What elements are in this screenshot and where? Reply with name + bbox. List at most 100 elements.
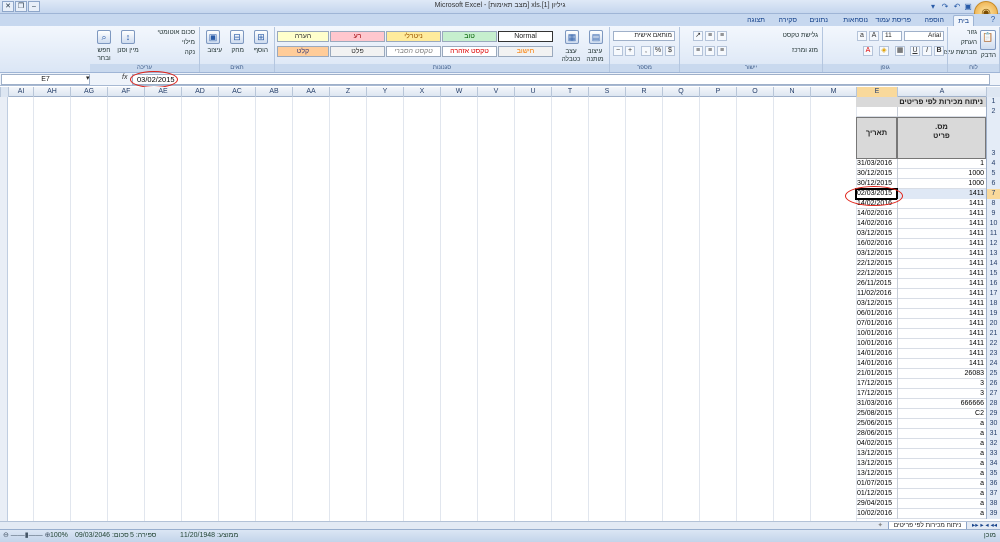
tab-review[interactable]: סקירה: [774, 15, 801, 26]
style-calculation[interactable]: חישוב: [498, 46, 553, 57]
delete-cells-button[interactable]: מחק: [231, 47, 244, 55]
cell-a[interactable]: a: [897, 419, 986, 429]
cell-e[interactable]: 21/01/2015: [856, 369, 897, 379]
cell-e[interactable]: 17/12/2015: [856, 379, 897, 389]
number-format-select[interactable]: מותאם אישית: [613, 31, 675, 41]
cell-a[interactable]: 1411: [897, 279, 986, 289]
column-header[interactable]: S: [588, 87, 625, 97]
row-header[interactable]: 16: [986, 279, 1000, 289]
insert-cells-icon[interactable]: ⊞: [254, 30, 268, 44]
column-header-e[interactable]: E: [856, 87, 897, 97]
column-header[interactable]: AC: [218, 87, 255, 97]
column-header[interactable]: AE: [144, 87, 181, 97]
column-header[interactable]: AA: [292, 87, 329, 97]
cell-a[interactable]: 3: [897, 379, 986, 389]
cell-e[interactable]: 10/01/2016: [856, 329, 897, 339]
insert-sheet-icon[interactable]: ✦: [874, 522, 885, 529]
sort-filter-icon[interactable]: ↕: [121, 30, 135, 44]
row-header[interactable]: 24: [986, 359, 1000, 369]
row-header[interactable]: 25: [986, 369, 1000, 379]
save-icon[interactable]: ▣: [963, 2, 973, 12]
underline-icon[interactable]: U: [910, 46, 920, 56]
cell-a[interactable]: a: [897, 459, 986, 469]
row-header[interactable]: 38: [986, 499, 1000, 509]
cell-e[interactable]: 31/03/2016: [856, 159, 897, 169]
tab-formulas[interactable]: נוסחאות: [839, 15, 872, 26]
align-middle-icon[interactable]: ≡: [705, 31, 715, 41]
column-header[interactable]: P: [699, 87, 736, 97]
cell-a[interactable]: 1411: [897, 319, 986, 329]
column-header[interactable]: U: [514, 87, 551, 97]
style-warning-text[interactable]: טקסט אזהרה: [442, 46, 497, 57]
column-header[interactable]: Q: [662, 87, 699, 97]
column-header-a[interactable]: A: [897, 87, 986, 97]
name-box[interactable]: E7: [1, 74, 90, 85]
cell-a[interactable]: a: [897, 429, 986, 439]
autosum-button[interactable]: סכום אוטומטי: [157, 29, 195, 37]
row-header[interactable]: 23: [986, 349, 1000, 359]
cell-a[interactable]: 1411: [897, 209, 986, 219]
cell-a[interactable]: 1411: [897, 229, 986, 239]
column-header[interactable]: AG: [70, 87, 107, 97]
row-header[interactable]: 26: [986, 379, 1000, 389]
column-header[interactable]: AD: [181, 87, 218, 97]
select-all-corner[interactable]: [0, 87, 8, 97]
column-header[interactable]: AB: [255, 87, 292, 97]
cell-e[interactable]: [856, 107, 897, 117]
row-header[interactable]: 39: [986, 509, 1000, 519]
cell-a[interactable]: 1411: [897, 349, 986, 359]
column-header[interactable]: V: [477, 87, 514, 97]
tab-home[interactable]: בית: [953, 15, 974, 26]
row-header[interactable]: 18: [986, 299, 1000, 309]
style-normal[interactable]: Normal: [498, 31, 553, 42]
clear-button[interactable]: נקה: [185, 49, 195, 57]
cell-a[interactable]: 1411: [897, 189, 986, 199]
cell-a[interactable]: a: [897, 469, 986, 479]
conditional-format-button[interactable]: עיצוב מותנה: [583, 48, 607, 64]
conditional-format-icon[interactable]: ▤: [589, 30, 603, 44]
tab-data[interactable]: נתונים: [805, 15, 832, 26]
row-header[interactable]: 22: [986, 339, 1000, 349]
column-header[interactable]: O: [736, 87, 773, 97]
cell-a[interactable]: 1: [897, 159, 986, 169]
cell-e[interactable]: 04/02/2015: [856, 439, 897, 449]
cell-a[interactable]: 1411: [897, 339, 986, 349]
column-header[interactable]: AF: [107, 87, 144, 97]
cell-e[interactable]: 10/01/2016: [856, 339, 897, 349]
cell-e[interactable]: 03/12/2015: [856, 299, 897, 309]
tab-insert[interactable]: הוספה: [921, 15, 948, 26]
cell-a[interactable]: 1411: [897, 199, 986, 209]
cell-a[interactable]: 1411: [897, 269, 986, 279]
cell-e[interactable]: 31/03/2016: [856, 399, 897, 409]
help-icon[interactable]: ?: [988, 15, 998, 25]
font-color-icon[interactable]: A: [863, 46, 873, 56]
decrease-decimal-icon[interactable]: −: [613, 46, 623, 56]
row-header[interactable]: 28: [986, 399, 1000, 409]
cell-e[interactable]: 25/08/2015: [856, 409, 897, 419]
style-bad[interactable]: רע: [330, 31, 385, 42]
sort-filter-button[interactable]: מיין וסנן: [117, 47, 139, 55]
tab-view[interactable]: תצוגה: [743, 15, 769, 26]
row-header[interactable]: 3: [986, 117, 1000, 159]
row-header[interactable]: 34: [986, 459, 1000, 469]
cell-a[interactable]: 3: [897, 389, 986, 399]
cell-a[interactable]: 1411: [897, 309, 986, 319]
style-output[interactable]: פלט: [330, 46, 385, 57]
cell-a[interactable]: 1000: [897, 169, 986, 179]
align-right-icon[interactable]: ≡: [717, 46, 727, 56]
style-note[interactable]: הערה: [277, 31, 329, 42]
style-neutral[interactable]: ניטרלי: [386, 31, 441, 42]
vertical-scrollbar[interactable]: [0, 97, 8, 521]
format-cells-icon[interactable]: ▣: [206, 30, 220, 44]
font-size-select[interactable]: 11: [882, 31, 902, 41]
cell-e[interactable]: 10/02/2016: [856, 509, 897, 519]
cell-e[interactable]: 30/12/2015: [856, 169, 897, 179]
find-select-button[interactable]: חפש ובחר: [93, 47, 115, 63]
paste-label[interactable]: הדבק: [981, 52, 996, 60]
cell-a[interactable]: a: [897, 449, 986, 459]
cell-a[interactable]: 666666: [897, 399, 986, 409]
zoom-level[interactable]: 100%: [50, 530, 68, 542]
cell-e[interactable]: 14/01/2016: [856, 349, 897, 359]
cell-e[interactable]: 29/04/2015: [856, 499, 897, 509]
zoom-slider[interactable]: ⊖ ——▮—— ⊕: [3, 530, 50, 542]
